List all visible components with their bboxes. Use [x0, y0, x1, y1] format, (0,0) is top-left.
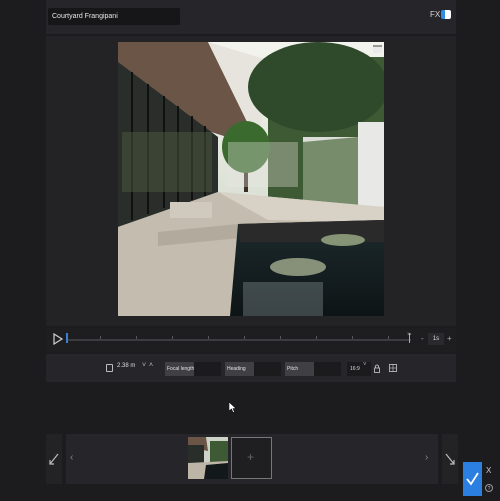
chevron-down-icon[interactable]: ˅	[363, 362, 367, 368]
timeline-tick	[172, 336, 173, 339]
camera-height-value[interactable]: 2.38 m	[117, 363, 135, 369]
scene-title-field[interactable]: Courtyard Frangipani	[48, 8, 180, 25]
timeline-tick	[100, 336, 101, 339]
expand-left-button[interactable]	[46, 434, 62, 484]
checkmark-icon	[466, 472, 479, 486]
close-button[interactable]: X	[486, 466, 491, 475]
focal-length-label: Focal length	[165, 362, 196, 376]
pitch-field[interactable]	[314, 362, 341, 376]
lock-icon[interactable]	[374, 364, 380, 373]
fullscreen-icon[interactable]	[373, 45, 382, 53]
timeline-tick	[244, 336, 245, 339]
timeline-tick	[316, 336, 317, 339]
expand-right-button[interactable]	[442, 434, 458, 484]
gallery-next-button[interactable]: ›	[425, 452, 428, 463]
help-icon[interactable]: ?	[485, 484, 493, 492]
play-icon[interactable]	[52, 333, 64, 345]
mouse-cursor-icon	[229, 402, 237, 413]
render-image	[118, 42, 384, 316]
timeline-end-label: 1s	[407, 331, 412, 336]
timeline-tick	[352, 336, 353, 339]
grid-icon[interactable]	[389, 364, 397, 372]
timeline-playhead[interactable]	[66, 333, 68, 343]
gallery-prev-button[interactable]: ‹	[70, 452, 73, 463]
confirm-button[interactable]	[463, 462, 482, 496]
focal-length-field[interactable]	[194, 362, 221, 376]
timeline-track[interactable]	[66, 339, 411, 341]
timeline-tick	[208, 336, 209, 339]
fx-label: FX	[430, 10, 441, 19]
timeline-tick	[388, 336, 389, 339]
duration-increase-button[interactable]: +	[447, 334, 452, 343]
expand-icon	[49, 453, 59, 465]
plus-icon: +	[247, 450, 255, 464]
fx-toggle[interactable]	[441, 10, 451, 19]
timeline-tick	[280, 336, 281, 339]
duration-decrease-button[interactable]: -	[421, 334, 424, 343]
aspect-ratio-select[interactable]: 16:9	[347, 362, 371, 376]
timeline-tick	[136, 336, 137, 339]
height-up-button[interactable]: ˄	[149, 362, 153, 369]
expand-icon	[445, 453, 455, 465]
heading-label: Heading	[225, 362, 256, 376]
heading-field[interactable]	[254, 362, 281, 376]
height-down-button[interactable]: ˅	[142, 362, 146, 369]
height-icon	[106, 364, 113, 372]
duration-field[interactable]: 1s	[428, 333, 444, 345]
frame-thumbnail[interactable]	[188, 437, 228, 479]
pitch-label: Pitch	[285, 362, 316, 376]
